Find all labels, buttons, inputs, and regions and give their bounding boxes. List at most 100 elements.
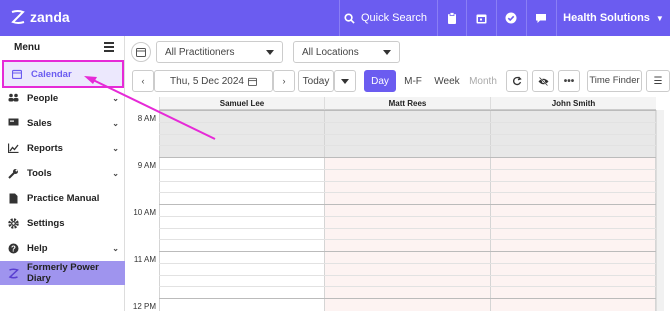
sidebar-item-calendar[interactable]: Calendar: [2, 60, 124, 88]
calendar-picker-button[interactable]: [131, 42, 151, 62]
refresh-button[interactable]: [506, 70, 528, 92]
prev-date-button[interactable]: ‹: [132, 70, 154, 92]
sidebar-item-label: Reports: [27, 142, 63, 154]
svg-text:?: ?: [11, 244, 16, 253]
view-mf-button[interactable]: M-F: [398, 70, 428, 92]
time-slot-line: [159, 121, 656, 123]
quick-search-label: Quick Search: [360, 12, 428, 24]
date-toolbar: ‹ Thu, 5 Dec 2024 › Today Day M-F Week M…: [126, 68, 670, 96]
view-week-button[interactable]: Week: [430, 70, 464, 92]
people-icon: [8, 93, 19, 103]
chevron-down-icon: ⌄: [112, 143, 119, 153]
time-finder-label: Time Finder: [589, 75, 640, 86]
column-header-samuel-lee: Samuel Lee: [159, 97, 324, 110]
view-day-button[interactable]: Day: [364, 70, 396, 92]
time-slot-line: [159, 168, 656, 170]
view-month-button[interactable]: Month: [466, 70, 500, 92]
column-matt-rees[interactable]: [324, 110, 490, 311]
calendar-icon: [476, 14, 486, 23]
sidebar-item-settings[interactable]: Settings: [0, 212, 125, 234]
column-john-smith[interactable]: [490, 110, 656, 311]
check-circle-icon: [505, 12, 517, 24]
chevron-right-icon: ›: [282, 76, 286, 86]
time-label-11am: 11 AM: [133, 255, 156, 264]
search-icon: [344, 12, 355, 24]
sidebar-item-help[interactable]: ? Help ⌄: [0, 237, 125, 259]
calendar-icon: [11, 69, 23, 80]
next-date-button[interactable]: ›: [273, 70, 295, 92]
check-button[interactable]: [496, 0, 525, 36]
view-mf-label: M-F: [404, 75, 422, 87]
chevron-down-icon: ⌄: [112, 243, 119, 253]
chevron-down-icon: ⌄: [112, 93, 119, 103]
sidebar-item-reports[interactable]: Reports ⌄: [0, 137, 125, 159]
calendar-icon: [247, 77, 257, 86]
time-slot-line: [159, 204, 656, 205]
time-slot-line: [159, 133, 656, 135]
calendar-scrollbar[interactable]: [656, 110, 664, 311]
filter-toolbar: All Practitioners All Locations: [126, 36, 670, 68]
wrench-icon: [8, 168, 18, 179]
clipboard-button[interactable]: [437, 0, 465, 36]
chevron-down-icon: ⌄: [112, 118, 119, 128]
time-finder-button[interactable]: Time Finder: [587, 70, 642, 92]
practitioners-select[interactable]: All Practitioners: [156, 41, 283, 63]
date-picker[interactable]: Thu, 5 Dec 2024: [154, 70, 273, 92]
practitioners-value: All Practitioners: [165, 46, 235, 58]
hide-button[interactable]: [532, 70, 554, 92]
sidebar-item-formerly-power-diary[interactable]: Formerly Power Diary: [0, 261, 125, 285]
column-samuel-lee[interactable]: [159, 110, 324, 311]
more-icon: •••: [563, 75, 575, 87]
sidebar-item-label: Practice Manual: [27, 192, 100, 204]
time-slot-line: [159, 215, 656, 217]
zanda-logo-icon: [8, 268, 19, 279]
calendar-top-button[interactable]: [466, 0, 495, 36]
sidebar-item-label: Settings: [27, 217, 65, 229]
sidebar-item-label: Tools: [27, 167, 52, 179]
chart-icon: [7, 143, 19, 154]
sidebar-item-label: Formerly Power Diary: [27, 262, 99, 284]
time-slot-line: [159, 274, 656, 276]
locations-select[interactable]: All Locations: [293, 41, 400, 63]
time-label-10am: 10 AM: [133, 208, 156, 217]
clipboard-icon: [447, 12, 456, 24]
time-slot-line: [159, 239, 656, 241]
refresh-icon: [513, 76, 522, 86]
sidebar-item-sales[interactable]: Sales ⌄: [0, 112, 125, 134]
column-header-matt-rees: Matt Rees: [324, 97, 490, 110]
sidebar-item-label: People: [27, 92, 59, 104]
chevron-down-icon: ▼: [655, 13, 664, 23]
today-dropdown-button[interactable]: [334, 70, 356, 92]
time-slot-line: [159, 251, 656, 252]
hamburger-icon[interactable]: [104, 42, 114, 54]
sidebar-item-people[interactable]: People ⌄: [0, 87, 125, 109]
view-day-label: Day: [371, 75, 389, 87]
document-icon: [8, 193, 18, 204]
sidebar-item-tools[interactable]: Tools ⌄: [0, 162, 125, 184]
time-label-9am: 9 AM: [137, 161, 156, 170]
sidebar-item-practice-manual[interactable]: Practice Manual: [0, 187, 125, 209]
brand-name: zanda: [30, 9, 70, 25]
more-button[interactable]: •••: [558, 70, 580, 92]
list-view-button[interactable]: ☰: [646, 70, 670, 92]
zanda-logo-icon: [11, 10, 25, 24]
calendar-icon: [136, 48, 146, 57]
column-header-john-smith: John Smith: [490, 97, 656, 110]
time-slot-line: [159, 157, 656, 158]
zanda-logo[interactable]: zanda: [10, 9, 70, 25]
calendar-grid: Samuel Lee Matt Rees John Smith 8 AM 9 A…: [126, 97, 670, 311]
help-icon: ?: [8, 243, 19, 254]
time-label-12pm: 12 PM: [132, 302, 156, 311]
gear-icon: [8, 218, 19, 229]
sidebar: Menu Calendar People ⌄ Sales ⌄ Reports ⌄…: [0, 36, 125, 311]
view-week-label: Week: [434, 75, 460, 87]
menu-label: Menu: [14, 42, 41, 53]
org-dropdown[interactable]: Health Solutions ▼: [556, 0, 670, 36]
locations-value: All Locations: [302, 46, 359, 58]
chat-button[interactable]: [526, 0, 555, 36]
quick-search-button[interactable]: Quick Search: [339, 0, 431, 36]
date-value: Thu, 5 Dec 2024: [170, 75, 244, 87]
time-slot-line: [159, 286, 656, 288]
caret-down-icon: [383, 50, 391, 55]
today-button[interactable]: Today: [298, 70, 334, 92]
